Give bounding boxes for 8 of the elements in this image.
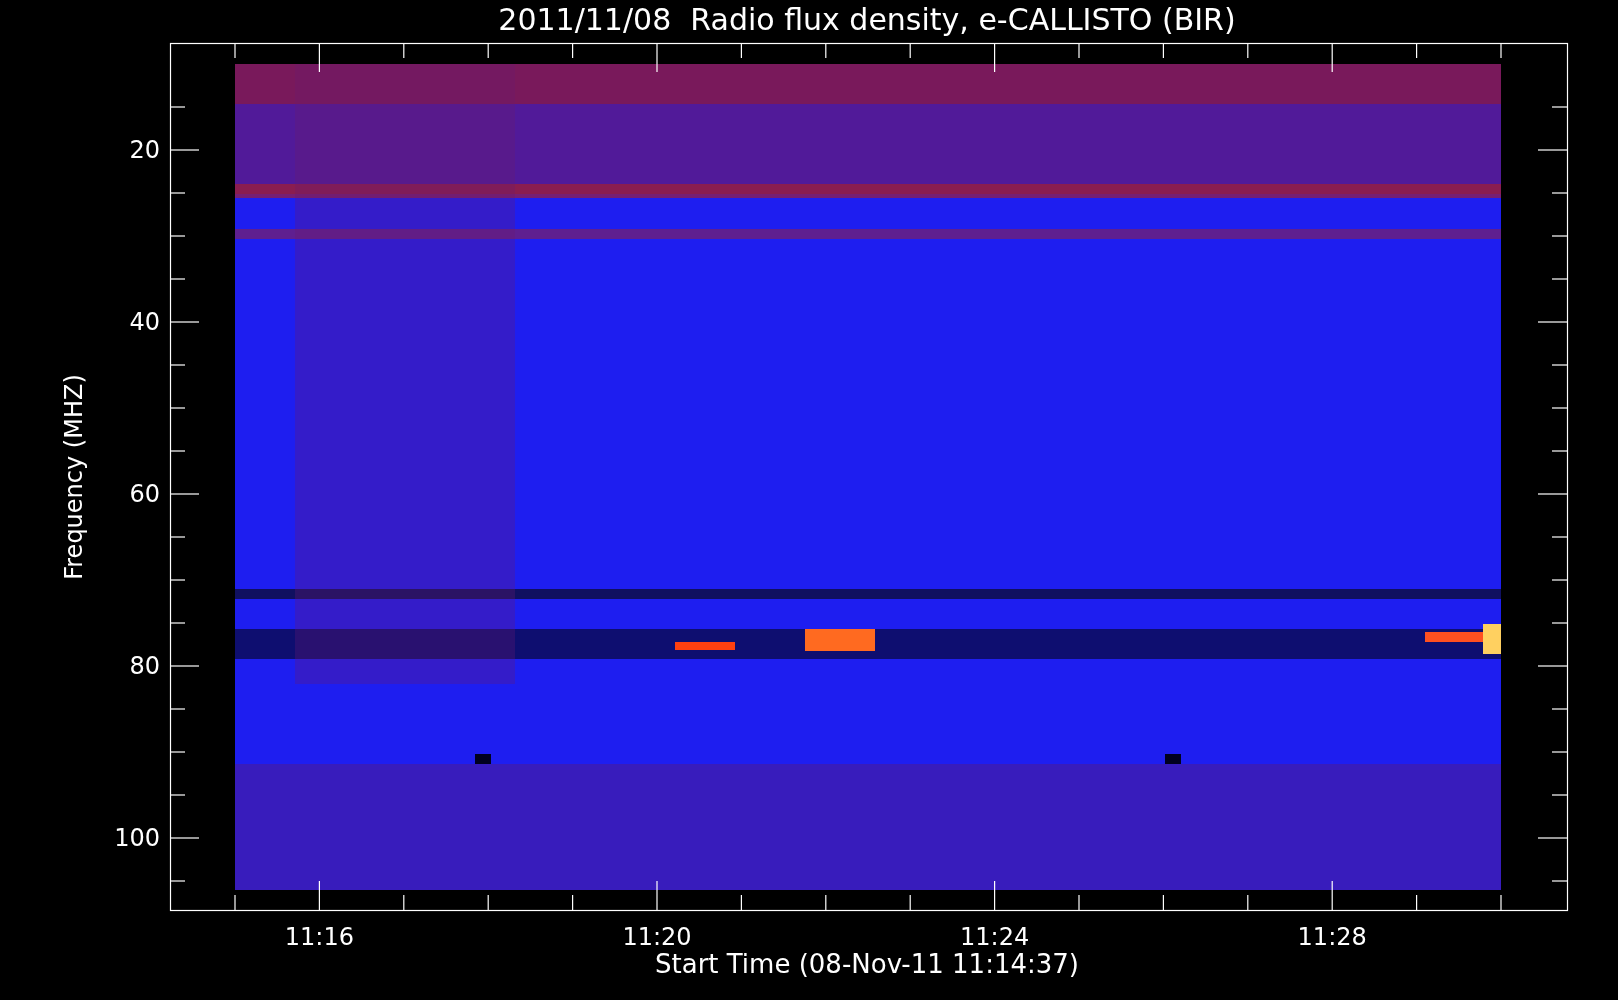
axis-label: Frequency (MHZ)	[60, 374, 88, 580]
tick-label: 11:28	[1296, 922, 1368, 952]
tick-label: 20	[128, 135, 160, 165]
tick-label: 100	[113, 823, 160, 853]
tick-label: 80	[128, 651, 160, 681]
tick-label: 11:16	[283, 922, 355, 952]
chart-title: 2011/11/08 Radio flux density, e-CALLISTO (BIR)	[497, 2, 1237, 38]
tick-label: 40	[128, 307, 160, 337]
